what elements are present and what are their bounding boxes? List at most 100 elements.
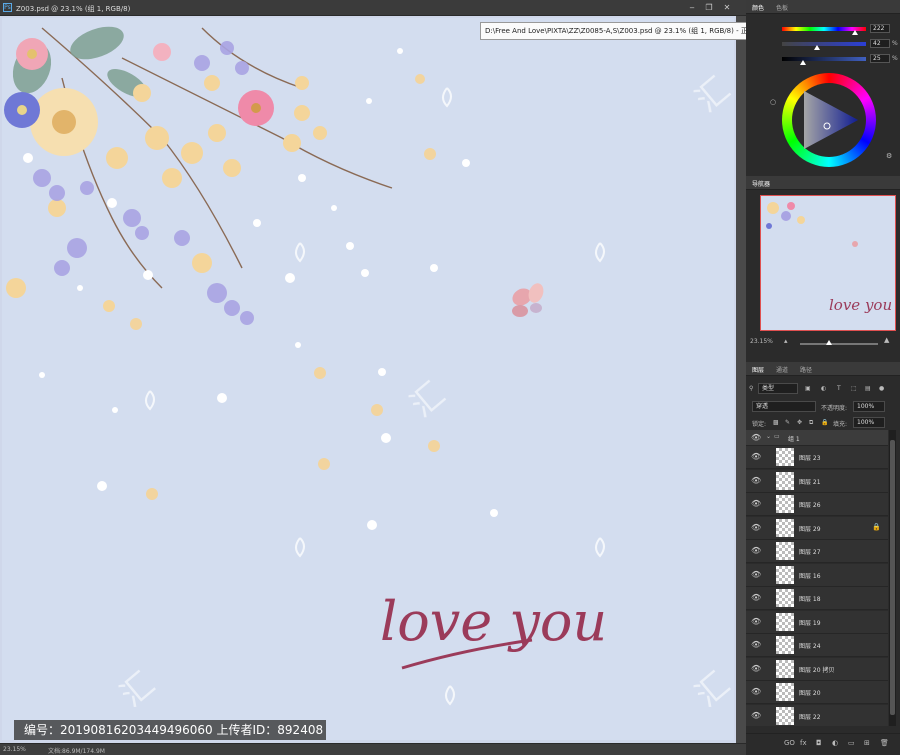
- trash-icon[interactable]: 🗑: [880, 739, 889, 747]
- layer-row[interactable]: 👁 图层 24: [746, 634, 888, 657]
- layers-scrollbar-thumb[interactable]: [890, 440, 895, 715]
- eye-icon[interactable]: 👁: [751, 688, 761, 696]
- opacity-field[interactable]: 100%: [853, 401, 885, 412]
- eye-icon[interactable]: 👁: [751, 523, 761, 532]
- ring-icon[interactable]: ○: [770, 98, 776, 106]
- layer-row[interactable]: 👁 图层 19: [746, 610, 888, 634]
- eye-icon[interactable]: 👁: [751, 570, 761, 579]
- path-tooltip: D:\Free And Love\PIXTA\ZZ\Z0085-A,S\Z003…: [480, 22, 792, 40]
- layer-name: 图层 18: [799, 596, 821, 603]
- hue-slider[interactable]: 222: [782, 24, 900, 35]
- lock-artboard-icon[interactable]: ⧉: [809, 419, 813, 427]
- eye-icon[interactable]: 👁: [751, 476, 761, 485]
- canvas-scrollbar[interactable]: [736, 16, 746, 743]
- layer-thumbnail: [776, 659, 794, 678]
- layer-row[interactable]: 👁 图层 29 🔒: [746, 516, 888, 540]
- layer-name: 图层 29: [799, 525, 821, 533]
- new-layer-icon[interactable]: ⊞: [864, 739, 870, 747]
- fill-field[interactable]: 100%: [853, 417, 885, 428]
- type-filter-icon[interactable]: T: [837, 385, 841, 392]
- zoom-slider[interactable]: [800, 343, 878, 345]
- shape-filter-icon[interactable]: ⬚: [851, 385, 857, 392]
- layers-scrollbar[interactable]: [889, 430, 896, 726]
- layer-row[interactable]: 👁 图层 27: [746, 540, 888, 563]
- upload-watermark: 编号：20190816203449496060 上传者ID：892408: [14, 720, 326, 740]
- layer-group[interactable]: 👁 ⌄ ▭ 组 1: [746, 430, 888, 446]
- eye-icon[interactable]: 👁: [751, 500, 761, 508]
- artboard[interactable]: 汇 汇 汇 汇 love you: [2, 18, 734, 740]
- color-wheel[interactable]: [782, 73, 876, 167]
- doc-size[interactable]: 文档:86.9M/174.9M: [48, 746, 105, 755]
- tab-navigator[interactable]: 导航器: [752, 179, 770, 188]
- color-triangle[interactable]: [792, 83, 866, 157]
- slider-thumb[interactable]: [800, 60, 806, 65]
- eye-icon[interactable]: 👁: [751, 453, 761, 461]
- slider-thumb[interactable]: [852, 30, 859, 35]
- saturation-slider[interactable]: 42 %: [782, 39, 900, 50]
- layer-row[interactable]: 👁 图层 16: [746, 563, 888, 587]
- zoom-readout[interactable]: 23.15%: [3, 746, 26, 753]
- smart-object-filter-icon[interactable]: ▤: [865, 385, 871, 392]
- filter-toggle-icon[interactable]: ●: [879, 385, 884, 392]
- mask-icon[interactable]: ◘: [816, 739, 822, 747]
- adjustment-filter-icon[interactable]: ◐: [821, 385, 826, 392]
- filter-kind-dropdown[interactable]: 类型: [758, 383, 798, 394]
- new-group-icon[interactable]: ▭: [848, 739, 855, 747]
- percent-unit: %: [892, 55, 898, 62]
- tab-swatches[interactable]: 色板: [776, 3, 788, 12]
- saturation-value[interactable]: 42: [870, 39, 890, 48]
- zoom-in-icon[interactable]: ▲: [884, 336, 889, 344]
- restore-icon[interactable]: ❐: [703, 3, 715, 13]
- lock-all-icon[interactable]: 🔒: [821, 419, 828, 426]
- minimize-icon[interactable]: ‒: [686, 3, 698, 13]
- eye-icon[interactable]: 👁: [751, 617, 761, 626]
- tab-channels[interactable]: 通道: [776, 365, 788, 374]
- layer-row[interactable]: 👁 图层 23: [746, 446, 888, 469]
- zoom-slider-thumb[interactable]: [826, 340, 832, 345]
- eye-icon[interactable]: 👁: [751, 711, 761, 720]
- lock-paint-icon[interactable]: ✎: [785, 419, 790, 426]
- navigator-preview[interactable]: love you: [760, 195, 896, 331]
- artwork: 汇 汇 汇 汇 love you: [4, 26, 734, 714]
- navigator-zoom[interactable]: 23.15%: [750, 338, 773, 345]
- tab-paths[interactable]: 路径: [800, 365, 812, 374]
- slider-thumb[interactable]: [814, 45, 821, 50]
- layer-row[interactable]: 👁 图层 20: [746, 681, 888, 704]
- percent-unit: %: [892, 40, 898, 47]
- layers-list[interactable]: 👁 ⌄ ▭ 组 1 👁 图层 23 👁 图层 21 👁 图层 26 👁 图层 29 🔒 👁 图层 2…: [746, 430, 888, 726]
- fx-icon[interactable]: fx: [800, 739, 807, 747]
- opacity-label: 不透明度:: [821, 405, 848, 412]
- eye-icon[interactable]: 👁: [751, 594, 761, 602]
- hue-value[interactable]: 222: [870, 24, 890, 33]
- brightness-value[interactable]: 25: [870, 54, 890, 63]
- layer-row[interactable]: 👁 图层 18: [746, 587, 888, 610]
- layer-name: 图层 19: [799, 619, 821, 627]
- tab-color[interactable]: 颜色: [752, 3, 764, 12]
- layer-row[interactable]: 👁 图层 26: [746, 493, 888, 516]
- layer-row[interactable]: 👁 图层 20 拷贝: [746, 657, 888, 681]
- adjustment-icon[interactable]: ◐: [832, 739, 838, 747]
- document-tab[interactable]: Ps Z003.psd @ 23.1% (组 1, RGB/8) ‒ ❐ ✕: [0, 0, 746, 16]
- lock-transparent-icon[interactable]: ▩: [773, 419, 779, 426]
- brightness-slider[interactable]: 25 %: [782, 54, 900, 65]
- eye-icon[interactable]: 👁: [751, 547, 761, 555]
- eye-icon[interactable]: 👁: [751, 434, 761, 442]
- eye-icon[interactable]: 👁: [751, 641, 761, 649]
- close-icon[interactable]: ✕: [721, 3, 733, 13]
- tab-layers[interactable]: 图层: [752, 365, 764, 374]
- blend-mode-dropdown[interactable]: 穿透: [752, 401, 816, 412]
- layer-row[interactable]: 👁 图层 21: [746, 469, 888, 493]
- eye-icon[interactable]: 👁: [751, 664, 761, 673]
- pixel-filter-icon[interactable]: ▣: [805, 385, 811, 392]
- navigator-love-text: love you: [829, 296, 892, 314]
- lock-position-icon[interactable]: ✥: [797, 419, 802, 426]
- layer-thumbnail: [776, 565, 794, 584]
- canvas-area[interactable]: 汇 汇 汇 汇 love you: [0, 16, 746, 743]
- layer-row[interactable]: 👁 图层 22: [746, 704, 888, 726]
- settings-icon[interactable]: ⚙: [886, 152, 892, 160]
- flower-branches: [41, 27, 393, 289]
- chevron-down-icon[interactable]: ⌄: [766, 433, 771, 440]
- zoom-out-icon[interactable]: ▴: [784, 337, 788, 345]
- layer-name: 图层 22: [799, 713, 821, 721]
- link-layers-icon[interactable]: GO: [784, 739, 795, 747]
